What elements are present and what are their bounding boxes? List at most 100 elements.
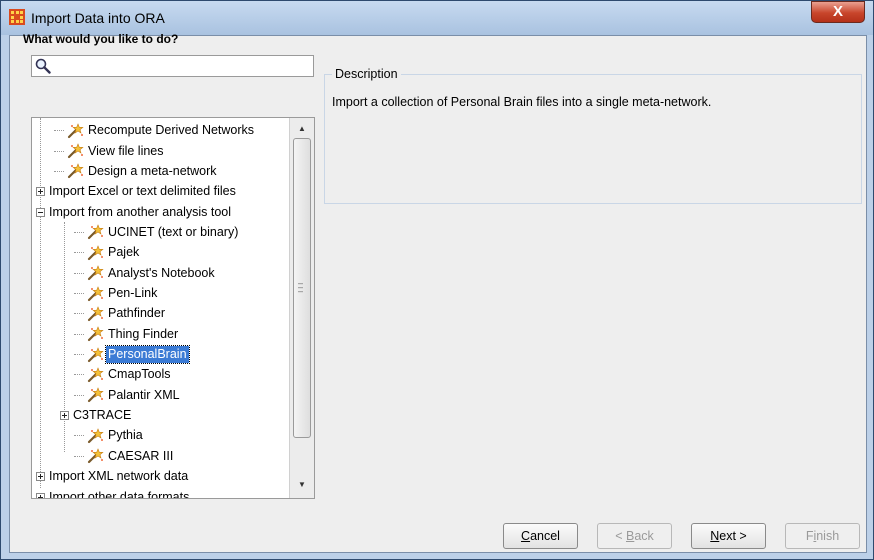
finish-button[interactable]: Finish [785, 523, 860, 549]
tree-item-label: Import Excel or text delimited files [49, 184, 236, 199]
task-tree[interactable]: Recompute Derived Networks View file line… [31, 117, 315, 499]
tree-connector [74, 293, 84, 294]
scroll-thumb[interactable]: ‒ ‒ ‒ [293, 138, 311, 438]
back-button[interactable]: < Back [597, 523, 672, 549]
task-tree-viewport: Recompute Derived Networks View file line… [32, 118, 290, 498]
wand-icon [86, 265, 104, 281]
wand-icon [86, 387, 104, 403]
tree-item[interactable]: Palantir XML [74, 385, 182, 405]
wand-icon [66, 143, 84, 159]
back-label-pre: < [615, 529, 626, 543]
tree-item[interactable]: View file lines [54, 140, 166, 160]
finish-label-rest: nish [816, 529, 840, 543]
tree-item[interactable]: Analyst's Notebook [74, 262, 217, 282]
description-title: Description [332, 67, 401, 81]
tree-item-label: Palantir XML [108, 387, 180, 402]
wand-icon [86, 367, 104, 383]
next-label-rest: ext > [719, 529, 747, 543]
tree-item[interactable]: C3TRACE [60, 405, 133, 425]
cancel-label-rest: ancel [530, 529, 560, 543]
tree-item[interactable]: Design a meta-network [54, 161, 219, 181]
cancel-mnemonic: C [521, 529, 531, 543]
tree-item-label: CAESAR III [108, 448, 174, 463]
close-icon: X [832, 3, 843, 20]
tree-item-label: Pajek [108, 245, 140, 260]
tree-item-label: Analyst's Notebook [108, 265, 215, 280]
collapse-minus-icon[interactable] [36, 207, 45, 217]
task-list-heading: What would you like to do? [23, 32, 179, 46]
tree-item[interactable]: Thing Finder [74, 324, 180, 344]
cancel-button[interactable]: Cancel [503, 523, 578, 549]
tree-item-label: Design a meta-network [88, 163, 217, 178]
tree-scrollbar[interactable]: ▲ ‒ ‒ ‒ ▼ [289, 118, 314, 498]
tree-connector [54, 130, 64, 132]
wand-icon [86, 448, 104, 464]
tree-guide-line [40, 118, 41, 488]
scroll-up-arrow-icon[interactable]: ▲ [290, 120, 314, 138]
tree-item[interactable]: UCINET (text or binary) [74, 222, 240, 242]
tree-item[interactable]: Recompute Derived Networks [54, 120, 256, 140]
expand-plus-icon[interactable] [36, 187, 45, 197]
wand-icon [86, 326, 104, 342]
search-field[interactable] [31, 55, 314, 77]
tree-item[interactable]: CmapTools [74, 364, 173, 384]
tree-connector [54, 150, 64, 152]
search-input[interactable] [54, 57, 312, 77]
tree-item-label: Recompute Derived Networks [88, 123, 255, 138]
wand-icon [66, 163, 84, 179]
ora-grid-icon [9, 9, 25, 25]
tree-item[interactable]: CAESAR III [74, 446, 175, 466]
close-button[interactable]: X [811, 1, 865, 23]
tree-connector [74, 455, 84, 457]
next-button[interactable]: Next > [691, 523, 766, 549]
tree-item-label: UCINET (text or binary) [108, 224, 239, 239]
tree-item-label: PersonalBrain [105, 345, 190, 365]
tree-connector [74, 313, 84, 315]
wand-icon [86, 224, 104, 240]
tree-item[interactable]: Import from another analysis tool [36, 201, 233, 221]
tree-item[interactable]: Import Excel or text delimited files [36, 181, 238, 201]
tree-item-label: Pathfinder [108, 306, 165, 321]
tree-item-label: Pythia [108, 428, 143, 443]
tree-connector [74, 354, 84, 356]
tree-connector [74, 394, 84, 396]
tree-item-label: Import XML network data [49, 469, 189, 484]
expand-plus-icon[interactable] [36, 492, 45, 498]
wand-icon [86, 244, 104, 261]
tree-item-label: Thing Finder [108, 326, 179, 341]
wand-icon [66, 122, 84, 139]
back-label-rest: ack [634, 529, 654, 543]
tree-item[interactable]: Pathfinder [74, 303, 167, 323]
tree-item[interactable]: Import other data formats [36, 486, 191, 498]
tree-item[interactable]: PersonalBrain [74, 344, 190, 365]
tree-item-label: CmapTools [108, 367, 171, 382]
magnifier-icon [35, 58, 51, 74]
next-mnemonic: N [710, 529, 720, 543]
tree-item-label: View file lines [88, 143, 164, 158]
import-dialog-window: Import Data into ORA X What would you li… [0, 0, 874, 560]
tree-connector [74, 435, 84, 437]
tree-connector [54, 170, 64, 172]
wand-icon [86, 285, 104, 302]
tree-item-label: Pen-Link [108, 286, 158, 300]
tree-item-label: C3TRACE [73, 408, 132, 423]
wand-icon [86, 428, 104, 444]
tree-item-label: Import other data formats [49, 489, 190, 499]
tree-item[interactable]: Pen-Link [74, 283, 159, 303]
scroll-down-arrow-icon[interactable]: ▼ [290, 476, 314, 494]
tree-item-label: Import from another analysis tool [49, 204, 232, 219]
tree-connector [74, 374, 84, 376]
grip-icon: ‒ ‒ ‒ [298, 278, 304, 296]
wand-icon [86, 346, 104, 363]
tree-connector [74, 231, 84, 233]
wand-icon [86, 306, 104, 322]
window-title: Import Data into ORA [31, 10, 165, 26]
tree-connector [74, 272, 84, 274]
title-bar[interactable]: Import Data into ORA X [1, 1, 873, 35]
tree-item[interactable]: Pajek [74, 242, 141, 262]
expand-plus-icon[interactable] [60, 411, 69, 421]
tree-item[interactable]: Import XML network data [36, 466, 190, 486]
tree-item[interactable]: Pythia [74, 425, 145, 445]
tree-connector [74, 252, 84, 254]
expand-plus-icon[interactable] [36, 472, 45, 482]
